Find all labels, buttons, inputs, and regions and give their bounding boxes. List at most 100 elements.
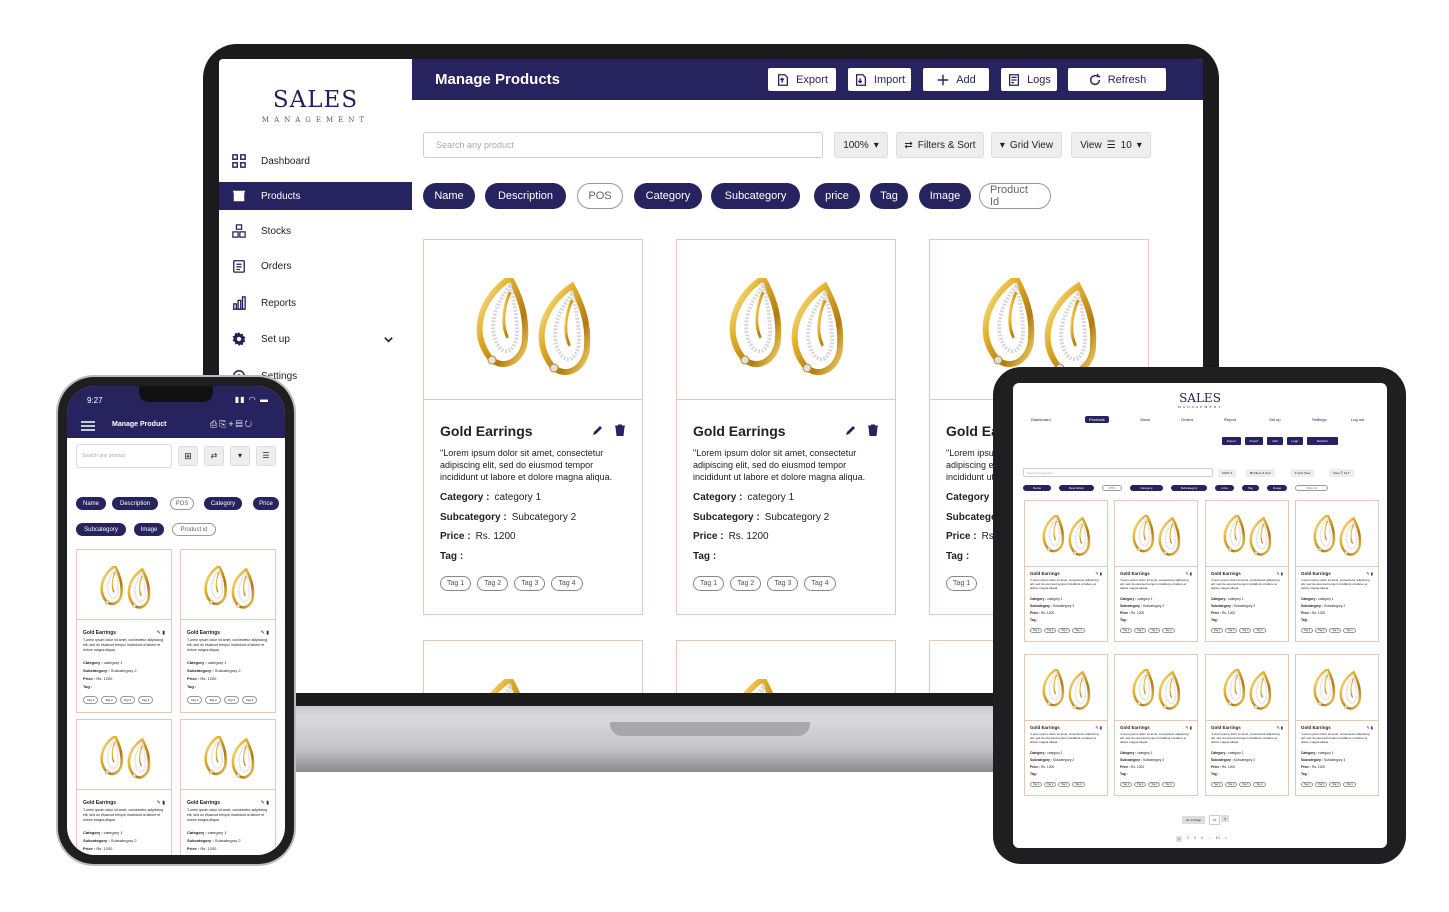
sidebar-item-setup[interactable]: Set up (219, 325, 412, 353)
tag-pill[interactable]: Tag 3 (514, 576, 546, 591)
nav-item-orders[interactable]: Orders (1181, 417, 1193, 422)
add-button[interactable]: Add (923, 68, 989, 91)
filters-sort-button[interactable]: ⇄ Filters & Sort (1246, 469, 1275, 477)
add-button[interactable]: Add (1267, 437, 1283, 445)
tag-pill[interactable]: Tag 4 (1253, 628, 1266, 633)
goto-page-input[interactable]: 10 (1209, 815, 1221, 825)
tag-pill[interactable]: Tag 3 (119, 696, 136, 704)
tag-pill[interactable]: Tag 1 (693, 576, 725, 591)
export-button[interactable]: Export (1222, 437, 1241, 445)
tag-pill[interactable]: Tag 1 (440, 576, 472, 591)
tag-pill[interactable]: Tag 2 (1225, 628, 1238, 633)
tag-pill[interactable]: Tag 4 (1343, 628, 1356, 633)
column-chip-product-id[interactable]: Product Id (979, 183, 1051, 209)
product-card[interactable]: Gold Earrings "Lorem ipsum dolor sit ame… (676, 239, 896, 615)
tag-pill[interactable]: Tag 4 (138, 696, 154, 704)
product-card[interactable] (676, 640, 896, 693)
sidebar-item-products[interactable]: Products (219, 182, 412, 210)
tag-pill[interactable]: Tag 2 (205, 696, 221, 704)
sidebar-item-stocks[interactable]: Stocks (219, 217, 412, 245)
search-input[interactable]: Search any product (1023, 468, 1213, 477)
grid-view-select[interactable]: ▾ Grid View (991, 132, 1062, 158)
tag-pill[interactable]: Tag 4 (1343, 782, 1356, 787)
tag-pill[interactable]: Tag 1 (1211, 782, 1224, 787)
tag-pill[interactable]: Tag 4 (551, 576, 583, 591)
page-link[interactable]: 2 (1187, 836, 1189, 842)
filter-icon-button[interactable]: ⇄ (204, 446, 224, 466)
tag-pill[interactable]: Tag 3 (1329, 782, 1342, 787)
column-chip-category[interactable]: Category (634, 183, 702, 209)
product-card[interactable] (423, 640, 643, 693)
hamburger-menu-icon[interactable] (81, 421, 95, 431)
product-card[interactable]: Gold Earrings ✎ ▮ "Lorem ipsum dolor sit… (76, 719, 172, 855)
next-page-link[interactable]: > (1225, 836, 1227, 842)
edit-delete-icons[interactable]: ✎ ▮ (1366, 725, 1373, 730)
product-card[interactable]: Gold Earrings ✎ ▮ "Lorem ipsum dolor sit a… (1024, 654, 1108, 796)
edit-delete-icons[interactable]: ✎ ▮ (157, 800, 165, 806)
tag-pill[interactable]: Tag 1 (1301, 628, 1314, 633)
product-card[interactable]: Gold Earrings ✎ ▮ "Lorem ipsum dolor sit a… (1295, 500, 1379, 642)
zoom-select[interactable]: 100% ▾ (834, 132, 888, 158)
tag-pill[interactable]: Tag 4 (1072, 782, 1085, 787)
tag-pill[interactable]: Tag 1 (1030, 782, 1043, 787)
tag-pill[interactable]: Tag 3 (223, 696, 240, 704)
nav-item-report[interactable]: Report (1224, 417, 1236, 422)
page-link[interactable]: 3 (1194, 836, 1196, 842)
product-card[interactable]: Gold Earrings ✎ ▮ "Lorem ipsum dolor sit… (180, 549, 276, 713)
column-chip-order-id[interactable]: Order Id (1295, 485, 1329, 491)
dropdown-icon-button[interactable]: ▾ (230, 446, 250, 466)
tag-pill[interactable]: Tag 4 (1072, 628, 1085, 633)
tag-pill[interactable]: Tag 2 (477, 576, 509, 591)
search-icon[interactable]: ⌕ (1221, 815, 1230, 822)
column-chip-subcategory[interactable]: Subcategory (76, 523, 126, 536)
column-chip-pos[interactable]: POS (577, 183, 623, 209)
column-chip-tag[interactable]: Tag (1241, 485, 1259, 491)
nav-item-setup[interactable]: Set up (1269, 417, 1281, 422)
column-chip-category[interactable]: Category (1130, 485, 1163, 491)
sidebar-item-orders[interactable]: Orders (219, 252, 412, 280)
column-chip-pos[interactable]: POS (1102, 485, 1123, 491)
zoom-select[interactable]: 100% ▾ (1218, 469, 1237, 477)
tag-pill[interactable]: Tag 3 (1329, 628, 1342, 633)
delete-icon[interactable] (867, 424, 879, 436)
product-card[interactable]: Gold Earrings ✎ ▮ "Lorem ipsum dolor sit… (76, 549, 172, 713)
tag-pill[interactable]: Tag 1 (187, 696, 203, 704)
edit-delete-icons[interactable]: ✎ ▮ (1276, 571, 1283, 576)
tag-pill[interactable]: Tag 1 (1120, 628, 1133, 633)
column-chip-subcategory[interactable]: Subcategory (711, 183, 800, 209)
sidebar-item-reports[interactable]: Reports (219, 289, 412, 317)
tag-pill[interactable]: Tag 1 (1211, 628, 1224, 633)
tag-pill[interactable]: Tag 2 (101, 696, 117, 704)
list-view-icon-button[interactable]: ☰ (256, 446, 276, 466)
column-chip-price[interactable]: price (814, 183, 860, 209)
tag-pill[interactable]: Tag 1 (1301, 782, 1314, 787)
tag-pill[interactable]: Tag 2 (1044, 628, 1057, 633)
sidebar-item-dashboard[interactable]: Dashboard (219, 147, 412, 175)
column-chip-product-id[interactable]: Product id (172, 523, 216, 536)
column-chip-category[interactable]: Category (204, 497, 242, 510)
tag-pill[interactable]: Tag 2 (1225, 782, 1238, 787)
product-card[interactable]: Gold Earrings ✎ ▮ "Lorem ipsum dolor sit a… (1114, 654, 1198, 796)
tag-pill[interactable]: Tag 2 (1134, 782, 1147, 787)
edit-delete-icons[interactable]: ✎ ▮ (1366, 571, 1373, 576)
product-card[interactable]: Gold Earrings ✎ ▮ "Lorem ipsum dolor sit a… (1295, 654, 1379, 796)
column-chip-image[interactable]: Image (1266, 485, 1288, 491)
product-card[interactable]: Gold Earrings ✎ ▮ "Lorem ipsum dolor sit a… (1114, 500, 1198, 642)
tag-pill[interactable]: Tag 2 (730, 576, 762, 591)
tag-pill[interactable]: Tag 2 (1134, 628, 1147, 633)
page-link[interactable]: 10 (1216, 836, 1220, 842)
tag-pill[interactable]: Tag 4 (1162, 782, 1175, 787)
view-count-select[interactable]: View ☰ 10 ▾ (1329, 469, 1354, 477)
edit-delete-icons[interactable]: ✎ ▮ (261, 800, 269, 806)
nav-item-products[interactable]: Products (1085, 416, 1109, 423)
column-chip-image[interactable]: Image (919, 183, 971, 209)
import-button[interactable]: Import (848, 68, 911, 91)
edit-delete-icons[interactable]: ✎ ▮ (1185, 725, 1192, 730)
column-chip-description[interactable]: Description (485, 183, 566, 209)
search-input[interactable]: Search any product (423, 132, 823, 158)
nav-item-settings[interactable]: Settings (1312, 417, 1326, 422)
chevron-down-icon[interactable] (383, 334, 394, 345)
logs-button[interactable]: Logs (1286, 437, 1304, 445)
nav-item-stock[interactable]: Stock (1140, 417, 1150, 422)
column-chip-price[interactable]: price (1215, 485, 1234, 491)
